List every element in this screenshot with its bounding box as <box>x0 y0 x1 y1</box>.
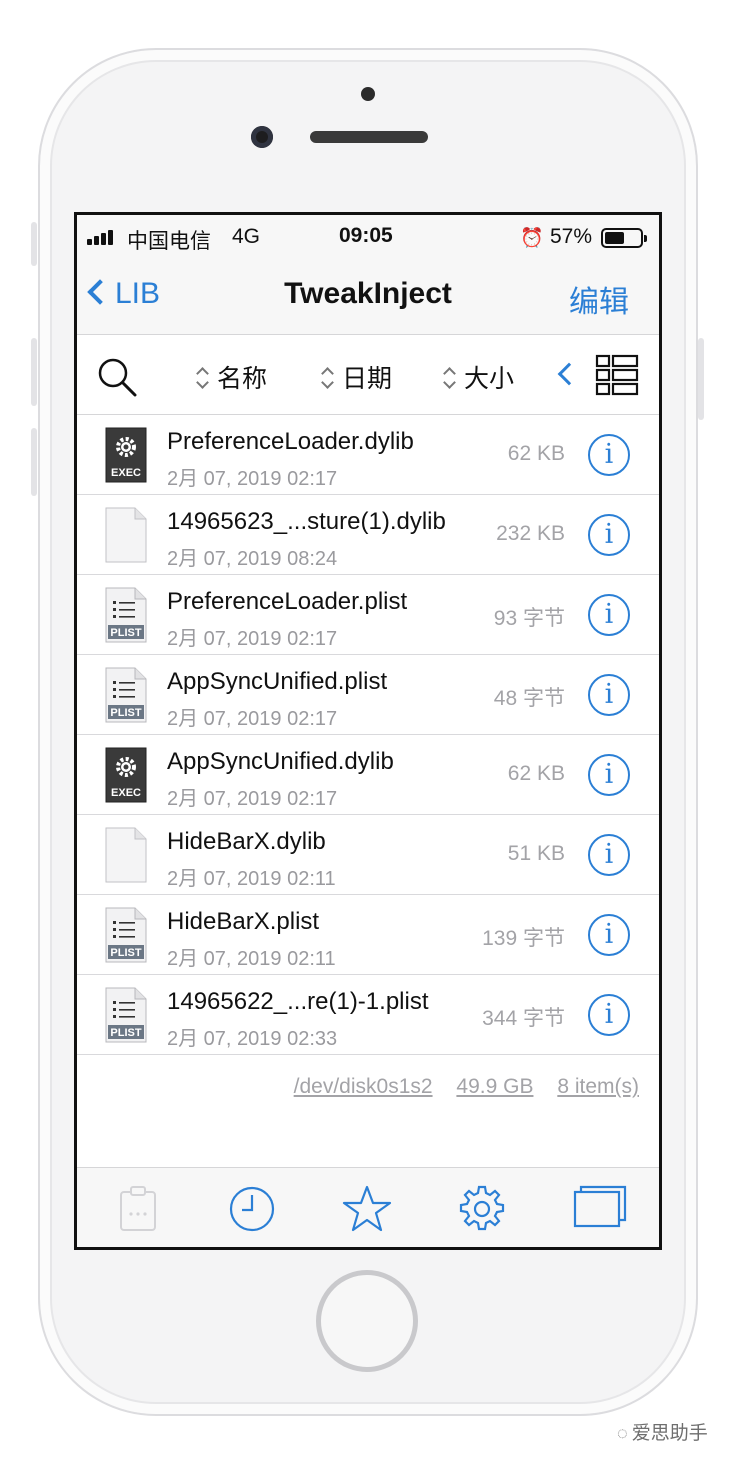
battery-icon <box>601 228 647 248</box>
sort-arrows-icon <box>320 365 334 391</box>
storage-capacity[interactable]: 49.9 GB <box>456 1075 533 1098</box>
info-icon[interactable]: i <box>588 914 630 956</box>
plist-file-icon: PLIST <box>105 987 147 1043</box>
screen: 中国电信 4G 09:05 ⏰ 57% LIB TweakInject 编辑 名… <box>74 212 662 1250</box>
navigation-bar: LIB TweakInject 编辑 <box>77 259 659 335</box>
item-count[interactable]: 8 item(s) <box>557 1075 639 1098</box>
clipboard-icon[interactable] <box>113 1184 163 1234</box>
battery-percentage: 57% <box>550 225 593 248</box>
plist-file-icon: PLIST <box>105 667 147 723</box>
svg-text:PLIST: PLIST <box>110 1027 141 1039</box>
info-icon[interactable]: i <box>588 754 630 796</box>
clock-icon[interactable] <box>227 1184 277 1234</box>
storage-footer: /dev/disk0s1s2 49.9 GB 8 item(s) <box>276 1075 639 1099</box>
file-name: HideBarX.plist <box>167 908 320 935</box>
device-path[interactable]: /dev/disk0s1s2 <box>294 1075 433 1098</box>
file-row[interactable]: EXEC PreferenceLoader.dylib 2月 07, 2019 02… <box>77 415 659 495</box>
info-icon[interactable]: i <box>588 674 630 716</box>
chevron-left-icon[interactable] <box>557 362 581 386</box>
file-name: PreferenceLoader.dylib <box>167 428 414 455</box>
sort-arrows-icon <box>442 365 456 391</box>
power-button <box>698 338 704 420</box>
blank-file-icon <box>105 827 147 883</box>
svg-text:PLIST: PLIST <box>110 627 141 639</box>
blank-file-icon <box>105 507 147 563</box>
alarm-clock-icon: ⏰ <box>520 228 544 249</box>
file-date: 2月 07, 2019 02:17 <box>167 468 338 490</box>
file-name: AppSyncUnified.plist <box>167 668 388 695</box>
tab-bar <box>77 1167 659 1247</box>
sort-by-date-button[interactable]: 日期 <box>320 359 392 395</box>
search-icon[interactable] <box>95 355 139 399</box>
status-time: 09:05 <box>339 224 393 247</box>
silent-switch <box>31 222 37 266</box>
file-name: AppSyncUnified.dylib <box>167 748 394 775</box>
status-bar: 中国电信 4G 09:05 ⏰ 57% <box>77 215 659 259</box>
watermark: ◌ 爱思助手 <box>617 1418 708 1445</box>
file-date: 2月 07, 2019 02:11 <box>167 868 336 890</box>
list-view-icon[interactable] <box>595 353 639 397</box>
sort-name-label: 名称 <box>217 365 268 393</box>
volume-down-button <box>31 428 37 496</box>
windows-icon[interactable] <box>573 1184 627 1234</box>
file-row[interactable]: PLIST PreferenceLoader.plist 2月 07, 2019 0… <box>77 575 659 655</box>
exec-file-icon: EXEC <box>105 747 147 803</box>
file-row[interactable]: EXEC AppSyncUnified.dylib 2月 07, 2019 02:1… <box>77 735 659 815</box>
info-icon[interactable]: i <box>588 594 630 636</box>
sort-by-name-button[interactable]: 名称 <box>195 359 267 395</box>
info-icon[interactable]: i <box>588 514 630 556</box>
svg-text:EXEC: EXEC <box>111 787 141 799</box>
earpiece-speaker <box>310 131 428 143</box>
sort-date-label: 日期 <box>342 365 393 393</box>
plist-file-icon: PLIST <box>105 587 147 643</box>
file-size: 62 KB <box>507 762 565 785</box>
file-size: 48 字节 <box>493 687 565 710</box>
file-row[interactable]: HideBarX.dylib 2月 07, 2019 02:11 51 KB i <box>77 815 659 895</box>
file-size: 62 KB <box>507 442 565 465</box>
file-size: 139 字节 <box>482 927 565 950</box>
file-name: HideBarX.dylib <box>167 828 326 855</box>
file-date: 2月 07, 2019 08:24 <box>167 548 338 570</box>
watermark-text: 爱思助手 <box>631 1423 708 1444</box>
file-name: 14965622_...re(1)-1.plist <box>167 988 429 1015</box>
proximity-sensor <box>361 87 375 101</box>
file-list: EXEC PreferenceLoader.dylib 2月 07, 2019 02… <box>77 415 659 1055</box>
file-name: 14965623_...sture(1).dylib <box>167 508 446 535</box>
volume-up-button <box>31 338 37 406</box>
plist-file-icon: PLIST <box>105 907 147 963</box>
file-row[interactable]: PLIST AppSyncUnified.plist 2月 07, 2019 02:… <box>77 655 659 735</box>
carrier-name: 中国电信 <box>127 230 211 253</box>
file-date: 2月 07, 2019 02:17 <box>167 788 338 810</box>
exec-file-icon: EXEC <box>105 427 147 483</box>
gear-icon[interactable] <box>457 1184 507 1234</box>
home-button[interactable] <box>316 1270 418 1372</box>
file-size: 51 KB <box>507 842 565 865</box>
edit-button[interactable]: 编辑 <box>569 277 629 321</box>
svg-text:EXEC: EXEC <box>111 467 141 479</box>
file-row[interactable]: PLIST HideBarX.plist 2月 07, 2019 02:11 139 … <box>77 895 659 975</box>
file-size: 344 字节 <box>482 1007 565 1030</box>
wechat-icon: ◌ <box>617 1423 628 1443</box>
file-size: 232 KB <box>496 522 565 545</box>
file-date: 2月 07, 2019 02:11 <box>167 948 336 970</box>
svg-text:PLIST: PLIST <box>110 707 141 719</box>
info-icon[interactable]: i <box>588 434 630 476</box>
info-icon[interactable]: i <box>588 834 630 876</box>
sort-size-label: 大小 <box>464 365 515 393</box>
file-row[interactable]: PLIST 14965622_...re(1)-1.plist 2月 07, 201… <box>77 975 659 1055</box>
file-row[interactable]: 14965623_...sture(1).dylib 2月 07, 2019 08… <box>77 495 659 575</box>
network-type: 4G <box>232 225 261 248</box>
file-date: 2月 07, 2019 02:33 <box>167 1028 338 1050</box>
file-date: 2月 07, 2019 02:17 <box>167 708 338 730</box>
front-camera <box>251 126 273 148</box>
svg-text:PLIST: PLIST <box>110 947 141 959</box>
sort-toolbar: 名称 日期 大小 <box>77 335 659 415</box>
star-icon[interactable] <box>342 1184 392 1234</box>
file-name: PreferenceLoader.plist <box>167 588 408 615</box>
sort-arrows-icon <box>195 365 209 391</box>
file-size: 93 字节 <box>493 607 565 630</box>
file-date: 2月 07, 2019 02:17 <box>167 628 338 650</box>
info-icon[interactable]: i <box>588 994 630 1036</box>
sort-by-size-button[interactable]: 大小 <box>442 359 514 395</box>
